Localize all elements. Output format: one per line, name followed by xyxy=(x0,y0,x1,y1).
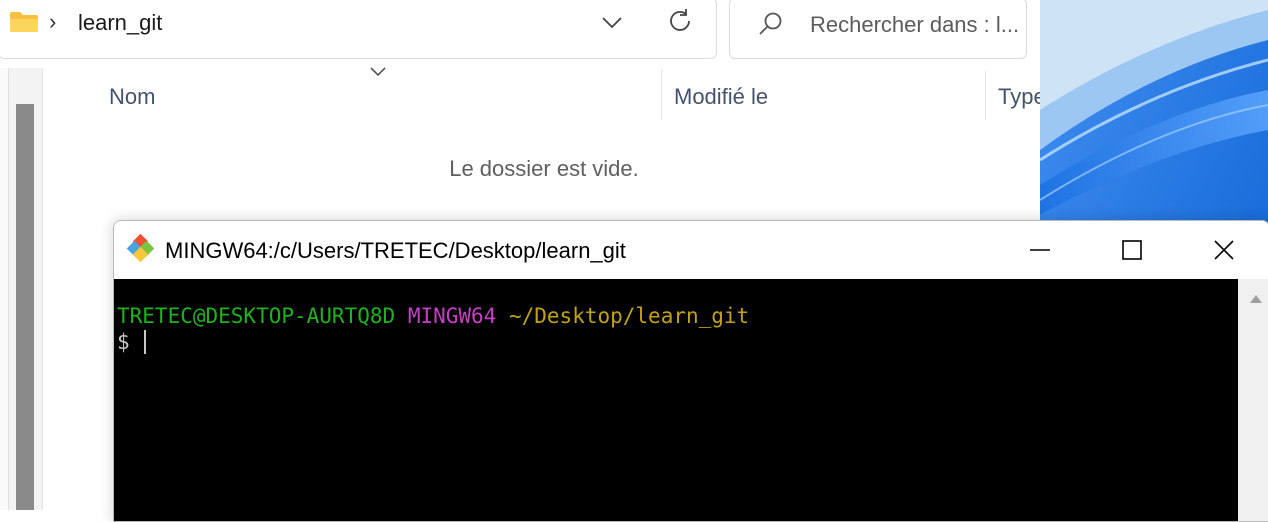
command-input-line[interactable]: $ xyxy=(117,330,146,354)
search-input[interactable]: Rechercher dans : l... xyxy=(810,12,1019,38)
navigation-pane[interactable] xyxy=(0,68,43,510)
terminal-window[interactable]: MINGW64:/c/Users/TRETEC/Desktop/learn_gi… xyxy=(113,220,1268,522)
breadcrumb-chevron-icon[interactable]: › xyxy=(49,9,56,35)
search-icon xyxy=(757,10,785,38)
prompt-system: MINGW64 xyxy=(407,304,497,328)
chevron-down-icon[interactable] xyxy=(599,9,625,35)
folder-icon xyxy=(9,11,39,33)
maximize-icon xyxy=(1122,240,1142,260)
maximize-button[interactable] xyxy=(1086,221,1178,279)
nav-pane-edge xyxy=(0,68,9,510)
column-header-type[interactable]: Type xyxy=(998,84,1040,110)
address-bar[interactable]: › learn_git xyxy=(0,0,717,59)
terminal-titlebar[interactable]: MINGW64:/c/Users/TRETEC/Desktop/learn_gi… xyxy=(114,221,1268,279)
git-logo-icon xyxy=(126,233,160,267)
empty-folder-message: Le dossier est vide. xyxy=(449,156,639,181)
prompt-symbol: $ xyxy=(117,330,130,354)
prompt-user-host: TRETEC@DESKTOP-AURTQ8D xyxy=(117,304,396,328)
minimize-icon xyxy=(1030,249,1050,251)
minimize-button[interactable] xyxy=(994,221,1086,279)
close-button[interactable] xyxy=(1178,221,1268,279)
terminal-title: MINGW64:/c/Users/TRETEC/Desktop/learn_gi… xyxy=(165,238,626,263)
prompt-line: TRETEC@DESKTOP-AURTQ8D MINGW64 ~/Desktop… xyxy=(117,304,749,328)
refresh-icon[interactable] xyxy=(666,7,694,35)
column-header-name[interactable]: Nom xyxy=(109,84,155,110)
column-separator[interactable] xyxy=(985,70,986,120)
terminal-console[interactable]: TRETEC@DESKTOP-AURTQ8D MINGW64 ~/Desktop… xyxy=(114,279,1238,521)
close-icon xyxy=(1214,240,1234,260)
text-cursor xyxy=(143,330,146,354)
search-box[interactable]: Rechercher dans : l... xyxy=(729,0,1027,59)
scroll-up-arrow-icon[interactable] xyxy=(1250,295,1262,303)
terminal-scrollbar[interactable] xyxy=(1238,279,1268,521)
sort-chevron-icon[interactable] xyxy=(368,64,388,80)
column-header-modified[interactable]: Modifié le xyxy=(674,84,768,110)
prompt-path: ~/Desktop/learn_git xyxy=(508,304,750,328)
column-separator[interactable] xyxy=(661,70,662,120)
breadcrumb-current-folder[interactable]: learn_git xyxy=(78,10,162,36)
